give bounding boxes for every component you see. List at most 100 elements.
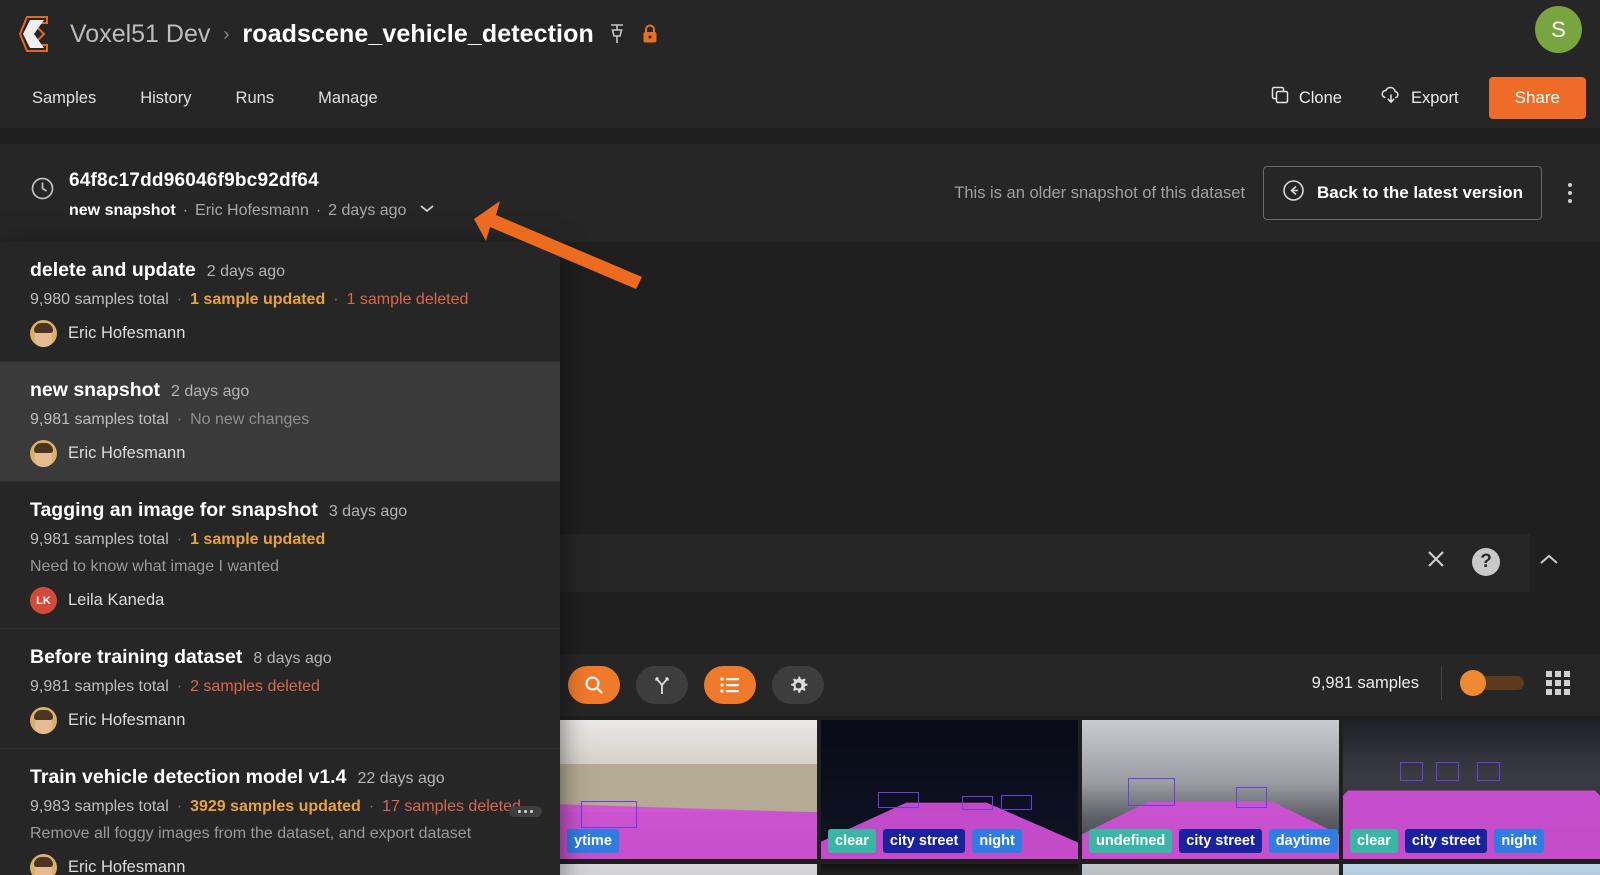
nav-actions: Clone Export Share bbox=[1255, 68, 1586, 128]
avatar bbox=[30, 440, 57, 467]
snapshot-title: new snapshot bbox=[30, 379, 161, 401]
list-item[interactable]: Before training dataset 8 days ago 9,981… bbox=[0, 629, 560, 749]
search-panel-actions: ? bbox=[1424, 547, 1500, 576]
snapshot-title: delete and update bbox=[30, 259, 196, 281]
back-to-latest-label: Back to the latest version bbox=[1317, 183, 1523, 202]
grid-row: wn/dusk undefined tunnel night bbox=[560, 864, 1600, 875]
snapshot-author: Eric Hofesmann bbox=[68, 324, 186, 342]
sample-tags: undefined city street daytime bbox=[1089, 828, 1338, 853]
tag-time: night bbox=[972, 828, 1022, 853]
nav-item-samples[interactable]: Samples bbox=[10, 83, 118, 114]
zoom-slider[interactable] bbox=[1460, 670, 1524, 696]
tag-weather: clear bbox=[828, 828, 876, 853]
samples-deleted: 1 sample deleted bbox=[346, 291, 469, 308]
sample-cell[interactable]: undefined tunnel night bbox=[821, 864, 1078, 875]
samples-total: 9,981 samples total bbox=[30, 678, 169, 695]
breadcrumb-org[interactable]: Voxel51 Dev bbox=[70, 20, 210, 49]
nav-item-runs[interactable]: Runs bbox=[214, 83, 297, 114]
avatar bbox=[30, 320, 57, 347]
sample-tags: ytime bbox=[567, 828, 619, 853]
samples-count: 9,981 samples bbox=[1311, 673, 1419, 692]
share-button[interactable]: Share bbox=[1488, 77, 1586, 119]
pin-icon[interactable] bbox=[607, 23, 627, 45]
snapshot-author: Eric Hofesmann bbox=[68, 444, 186, 462]
sample-tags: clear city street night bbox=[828, 828, 1022, 853]
nav-bar: Samples History Runs Manage Clone Export… bbox=[0, 68, 1600, 128]
clock-icon bbox=[30, 176, 55, 206]
samples-total: 9,981 samples total bbox=[30, 531, 169, 548]
stat-separator: · bbox=[176, 291, 183, 308]
samples-deleted: 17 samples deleted bbox=[382, 798, 521, 815]
voxel51-logo-icon[interactable] bbox=[14, 13, 56, 55]
more-horizontal-icon[interactable] bbox=[509, 806, 542, 817]
stat-separator: · bbox=[176, 531, 183, 548]
branch-icon[interactable] bbox=[636, 666, 688, 704]
chevron-down-icon[interactable] bbox=[417, 201, 437, 220]
avatar bbox=[30, 854, 57, 875]
snapshot-age: 2 days ago bbox=[171, 383, 250, 400]
snapshot-description: Need to know what image I wanted bbox=[30, 558, 280, 575]
grid-view-icon[interactable] bbox=[1546, 671, 1570, 695]
samples-total: 9,983 samples total bbox=[30, 798, 169, 815]
avatar[interactable]: S bbox=[1535, 6, 1582, 53]
snapshot-author: Eric Hofesmann bbox=[68, 858, 186, 875]
grid-row: ytime clear city street night undefined … bbox=[560, 720, 1600, 859]
search-icon[interactable] bbox=[568, 666, 620, 704]
snapshot-description: Remove all foggy images from the dataset… bbox=[30, 825, 472, 842]
lock-icon[interactable] bbox=[640, 23, 660, 45]
tag-time: ytime bbox=[567, 828, 619, 853]
sample-cell[interactable]: wn/dusk bbox=[560, 864, 817, 875]
snapshot-name: new snapshot bbox=[69, 201, 176, 219]
sample-cell[interactable]: clear highway daytime bbox=[1343, 864, 1600, 875]
sample-cell[interactable]: ytime bbox=[560, 720, 817, 859]
export-button[interactable]: Export bbox=[1364, 77, 1475, 119]
gear-icon[interactable] bbox=[772, 666, 824, 704]
samples-updated: 3929 samples updated bbox=[190, 798, 361, 815]
list-item[interactable]: Train vehicle detection model v1.4 22 da… bbox=[0, 749, 560, 875]
list-item[interactable]: Tagging an image for snapshot 3 days ago… bbox=[0, 482, 560, 629]
snapshot-age: 2 days ago bbox=[206, 263, 286, 280]
samples-total: 9,980 samples total bbox=[30, 291, 169, 308]
back-to-latest-button[interactable]: Back to the latest version bbox=[1263, 166, 1542, 220]
nav-item-history[interactable]: History bbox=[118, 83, 213, 114]
tag-time: night bbox=[1494, 828, 1544, 853]
clone-button[interactable]: Clone bbox=[1255, 77, 1358, 119]
toolbar-right: 9,981 samples bbox=[1312, 666, 1570, 700]
top-bar: Voxel51 Dev › roadscene_vehicle_detectio… bbox=[0, 0, 1600, 68]
breadcrumb-separator: › bbox=[223, 23, 230, 44]
older-snapshot-note: This is an older snapshot of this datase… bbox=[954, 183, 1246, 202]
breadcrumb-dataset[interactable]: roadscene_vehicle_detection bbox=[242, 20, 593, 49]
more-vertical-icon[interactable] bbox=[1560, 175, 1580, 211]
samples-updated: 1 sample updated bbox=[190, 531, 326, 548]
stat-separator: · bbox=[176, 678, 183, 695]
avatar-initials: LK bbox=[36, 594, 51, 607]
snapshot-history-dropdown[interactable]: delete and update 2 days ago 9,980 sampl… bbox=[0, 242, 560, 875]
list-icon[interactable] bbox=[704, 666, 756, 704]
snapshot-age: 3 days ago bbox=[328, 503, 408, 520]
snapshot-id: 64f8c17dd96046f9bc92df64 bbox=[69, 170, 319, 191]
sample-grid: ytime clear city street night undefined … bbox=[560, 720, 1600, 875]
stat-separator: · bbox=[176, 798, 183, 815]
sample-cell[interactable]: overcast city street daytime bbox=[1082, 864, 1339, 875]
nav-items: Samples History Runs Manage bbox=[10, 83, 400, 114]
snapshot-title: Train vehicle detection model v1.4 bbox=[30, 766, 347, 788]
close-icon[interactable] bbox=[1424, 547, 1448, 576]
help-icon[interactable]: ? bbox=[1472, 547, 1500, 576]
sample-cell[interactable]: clear city street night bbox=[1343, 720, 1600, 859]
copy-icon bbox=[1271, 86, 1290, 110]
sample-cell[interactable]: undefined city street daytime bbox=[1082, 720, 1339, 859]
chevron-up-icon[interactable] bbox=[1536, 550, 1562, 575]
snapshot-meta[interactable]: new snapshot · Eric Hofesmann · 2 days a… bbox=[69, 201, 437, 220]
snapshot-author: Leila Kaneda bbox=[68, 591, 165, 609]
snapshot-title: Tagging an image for snapshot bbox=[30, 499, 318, 521]
snapshot-banner: 64f8c17dd96046f9bc92df64 new snapshot · … bbox=[0, 144, 1600, 242]
nav-item-manage[interactable]: Manage bbox=[296, 83, 400, 114]
list-item[interactable]: delete and update 2 days ago 9,980 sampl… bbox=[0, 242, 560, 362]
tag-time: daytime bbox=[1268, 828, 1338, 853]
snapshot-author: Eric Hofesmann bbox=[68, 711, 186, 729]
list-item[interactable]: new snapshot 2 days ago 9,981 samples to… bbox=[0, 362, 560, 482]
snapshot-actions: This is an older snapshot of this datase… bbox=[954, 166, 1580, 220]
stat-separator: · bbox=[333, 291, 339, 308]
stat-separator: · bbox=[176, 411, 183, 428]
sample-cell[interactable]: clear city street night bbox=[821, 720, 1078, 859]
